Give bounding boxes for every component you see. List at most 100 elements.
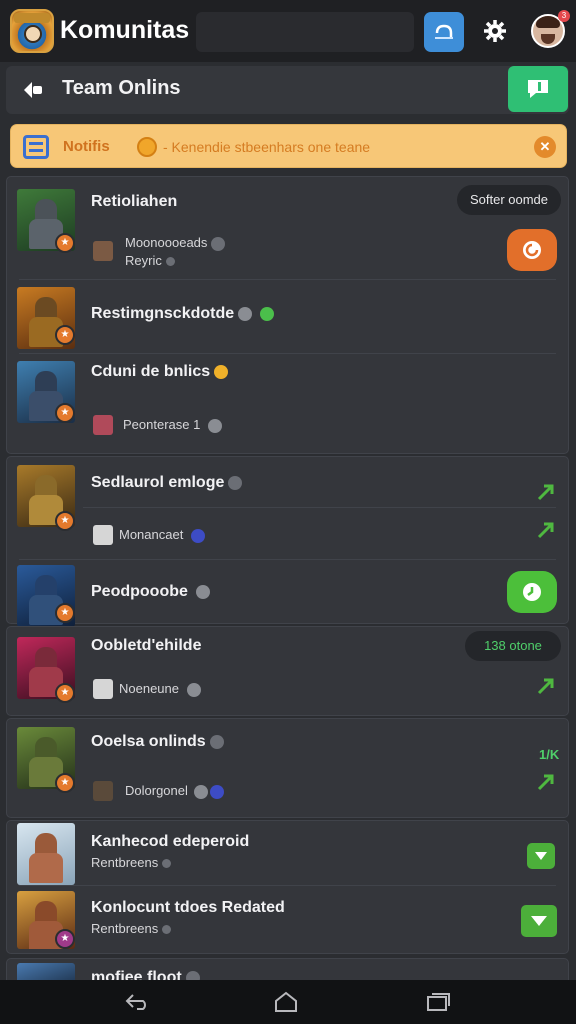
app-title: Komunitas [60,16,190,44]
role-badge-icon: ★ [55,511,75,531]
info-icon [193,784,208,799]
member-sub: Monancaet [119,527,206,543]
arrow-icon [537,522,554,539]
notice-banner[interactable]: Notifis - Kenendie stbeenhars one teane … [10,124,567,168]
nav-back-button[interactable] [124,990,152,1014]
role-badge-icon: ★ [55,929,75,949]
mini-avatar [93,415,113,435]
info-icon [162,859,172,869]
member-card: ★ Oobletd'ehilde 138 otone Noeneune [6,626,569,716]
status-pill: Softer oomde [457,185,561,215]
member-sub: Peonterase 1 [123,417,223,433]
member-name[interactable]: Ooelsa onlinds [91,733,224,751]
member-card: ★ Retioliahen Softer oomde Moonoooeads R… [6,176,569,454]
member-card: ★ Sedlaurol emloge Monancaet ★ Peodpooob… [6,456,569,627]
chat-green-button[interactable] [507,571,557,613]
member-sub-2: Reyric [125,253,175,268]
member-card: ★ Ooelsa onlinds 1/K Dolorgonel [6,718,569,818]
role-badge-icon: ★ [55,403,75,423]
arrow-button[interactable] [535,675,557,697]
role-badge-icon: ★ [55,233,75,253]
list-icon [23,135,49,159]
role-badge-icon: ★ [55,325,75,345]
member-name[interactable]: Peodpooobe [91,583,210,601]
check-button[interactable] [521,905,557,937]
arrow-button[interactable] [535,481,557,503]
chat-icon [523,583,541,601]
nav-home-button[interactable] [272,990,300,1014]
divider [19,559,556,560]
info-icon [162,925,172,935]
back-icon [24,82,42,98]
mini-avatar [93,241,113,261]
chat-orange-button[interactable] [507,229,557,271]
back-button[interactable] [20,78,46,102]
member-thumbnail[interactable] [17,823,75,885]
search-area[interactable] [196,12,414,52]
chat-icon [528,80,548,98]
member-name[interactable]: Restimgnsckdotde [91,305,275,323]
info-icon [228,475,243,490]
chat-button[interactable] [508,66,568,112]
member-card: Kanhecod edeperoid Rentbreens ★ Konlocun… [6,820,569,954]
nav-recents-button[interactable] [424,990,452,1014]
arrow-icon [537,484,554,501]
member-name[interactable]: Retioliahen [91,193,177,211]
system-nav-bar [0,980,576,1024]
mini-avatar [93,781,113,801]
settings-button[interactable] [478,14,512,48]
member-sub: Rentbreens [91,921,172,936]
chat-icon [523,241,541,259]
page-header: Team Onlins [6,66,569,114]
member-sub: Dolorgonel [125,783,224,799]
status-pill: 138 otone [465,631,561,661]
role-badge-icon: ★ [55,773,75,793]
nav-recents-icon [427,993,450,1011]
divider [19,885,556,886]
role-badge-icon: ★ [55,683,75,703]
divider [83,507,556,508]
member-name[interactable]: Konlocunt tdoes Redated [91,899,285,917]
info-icon [187,682,201,697]
top-app-bar: Komunitas 3 [0,0,576,62]
mini-avatar [93,525,113,545]
close-icon[interactable]: ✕ [534,136,556,158]
nav-back-icon [125,994,146,1010]
check-icon [535,852,547,860]
emoji-icon [137,137,157,157]
arrow-button[interactable] [535,519,557,541]
notice-text: - Kenendie stbeenhars one teane [163,139,371,155]
online-icon [260,306,275,321]
app-logo[interactable] [10,9,54,53]
cloud-button[interactable] [424,12,464,52]
info-icon [208,418,223,433]
member-name[interactable]: Cduni de bnlics [91,363,229,381]
check-button[interactable] [527,843,555,869]
member-sub: Noeneune [119,681,201,697]
arrow-button[interactable] [535,771,557,793]
info-icon [195,584,210,599]
add-icon [209,734,224,749]
member-name[interactable]: Oobletd'ehilde [91,637,201,655]
info-icon [211,236,226,251]
gear-icon [484,20,506,42]
member-count: 1/K [539,747,560,762]
member-sub: Rentbreens [91,855,172,870]
role-badge-icon: ★ [55,603,75,623]
member-sub: Moonoooeads [125,235,226,251]
divider [19,353,556,354]
info-icon [209,784,224,799]
nav-home-icon [275,991,297,1012]
mini-avatar [93,679,113,699]
notification-badge: 3 [558,10,570,22]
notice-label: Notifis [63,138,110,155]
member-name[interactable]: Sedlaurol emloge [91,474,243,492]
member-name[interactable]: Kanhecod edeperoid [91,833,249,851]
check-icon [531,916,547,926]
info-icon [191,528,206,543]
arrow-icon [537,774,554,791]
arrow-icon [537,678,554,695]
page-title: Team Onlins [62,77,181,99]
divider [19,279,556,280]
cloud-icon [435,24,453,39]
